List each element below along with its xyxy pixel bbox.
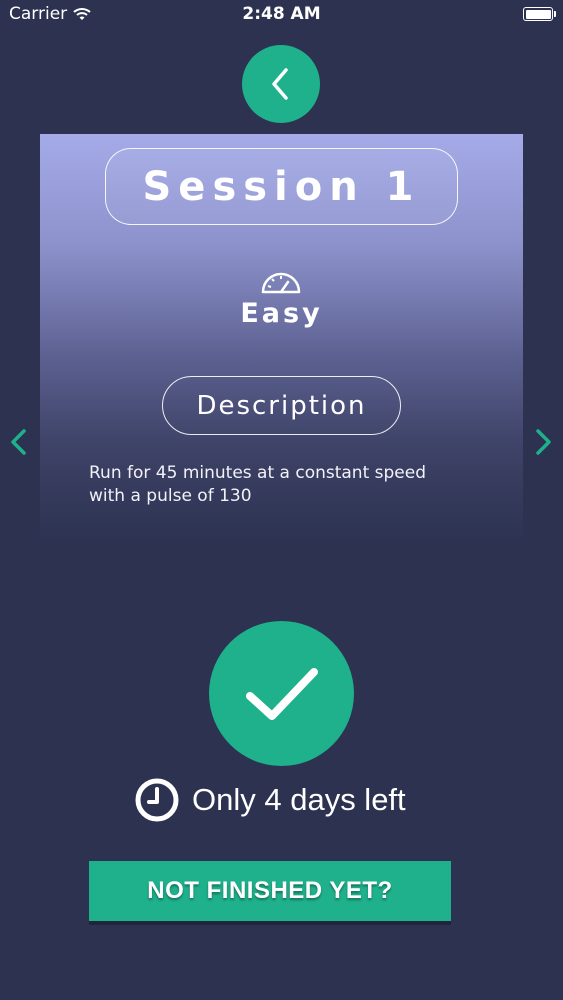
clock-icon <box>135 778 179 822</box>
description-text: Run for 45 minutes at a constant speed w… <box>89 462 469 508</box>
status-bar: Carrier 2:48 AM <box>0 0 563 30</box>
chevron-left-icon <box>272 68 288 100</box>
chevron-right-icon <box>536 429 551 455</box>
back-button[interactable] <box>242 45 320 123</box>
description-line: Run for 45 minutes at a constant speed <box>89 463 427 483</box>
complete-session-button[interactable] <box>209 621 354 766</box>
difficulty-label: Easy <box>240 298 323 329</box>
deadline-text: Only 4 days left <box>192 782 406 817</box>
battery-icon <box>523 7 556 21</box>
deadline-info: Only 4 days left <box>134 775 406 825</box>
checkmark-icon <box>245 667 318 720</box>
description-line: with a pulse of 130 <box>89 486 252 506</box>
speedometer-icon <box>261 272 301 294</box>
next-session-button[interactable] <box>532 428 554 460</box>
status-time: 2:48 AM <box>242 4 321 24</box>
description-heading: Description <box>162 376 401 435</box>
previous-session-button[interactable] <box>8 428 30 460</box>
chevron-left-icon <box>11 429 26 455</box>
not-finished-yet-button[interactable]: NOT FINISHED YET? <box>89 861 451 921</box>
session-title: Session 1 <box>105 148 458 225</box>
